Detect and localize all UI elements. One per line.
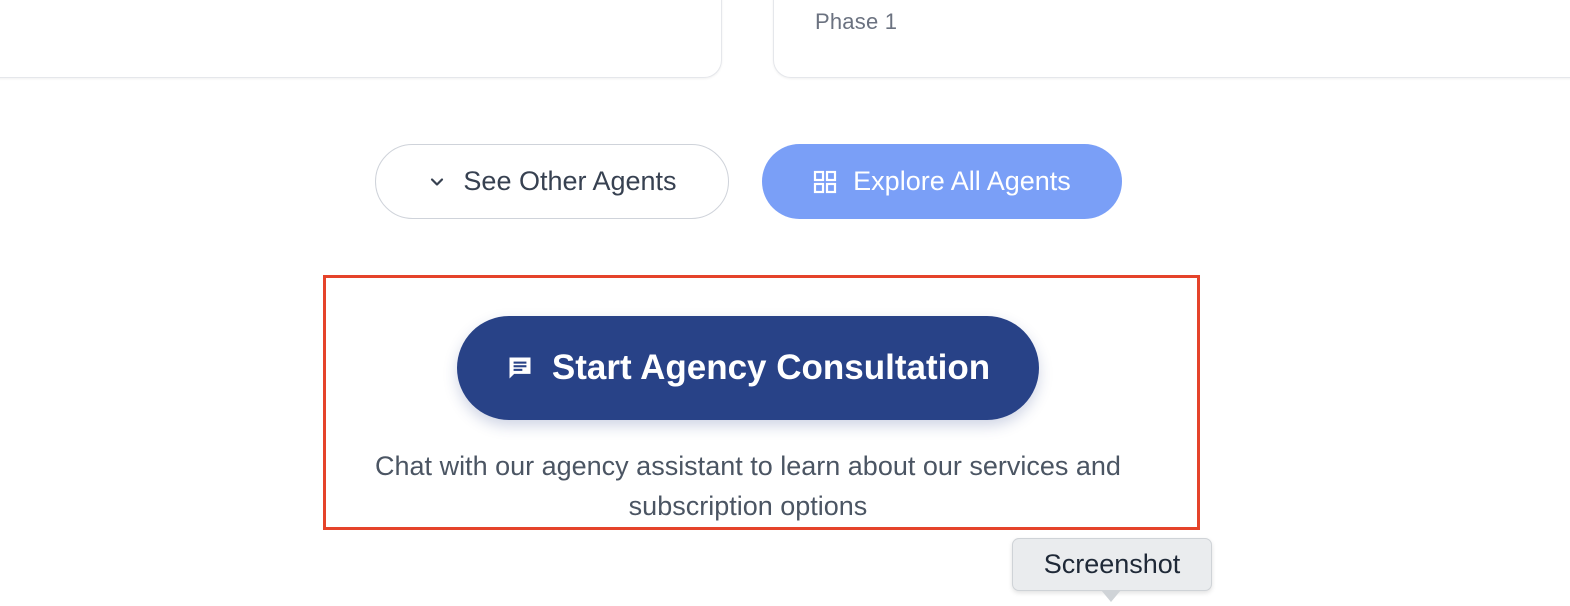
tooltip-text: Screenshot [1043, 549, 1181, 579]
explore-all-agents-label: Explore All Agents [853, 166, 1071, 196]
see-other-agents-label: See Other Agents [463, 166, 677, 196]
see-other-agents-button[interactable]: See Other Agents [375, 144, 729, 219]
grid-icon [813, 170, 837, 194]
screenshot-tooltip: Screenshot [1012, 538, 1212, 591]
phase-label: Phase 1 [815, 9, 898, 34]
chat-icon [506, 354, 534, 382]
chevron-down-icon [427, 172, 447, 192]
agent-card-right: Phase 1 [773, 0, 1570, 78]
tooltip-arrow [1101, 590, 1121, 602]
page: Phase 1 See Other Agents Explore All Age… [0, 0, 1570, 606]
consultation-description: Chat with our agency assistant to learn … [375, 451, 1121, 521]
start-agency-consultation-label: Start Agency Consultation [551, 348, 991, 387]
explore-all-agents-button[interactable]: Explore All Agents [762, 144, 1122, 219]
agent-card-left [0, 0, 722, 78]
start-agency-consultation-button[interactable]: Start Agency Consultation [457, 316, 1039, 420]
